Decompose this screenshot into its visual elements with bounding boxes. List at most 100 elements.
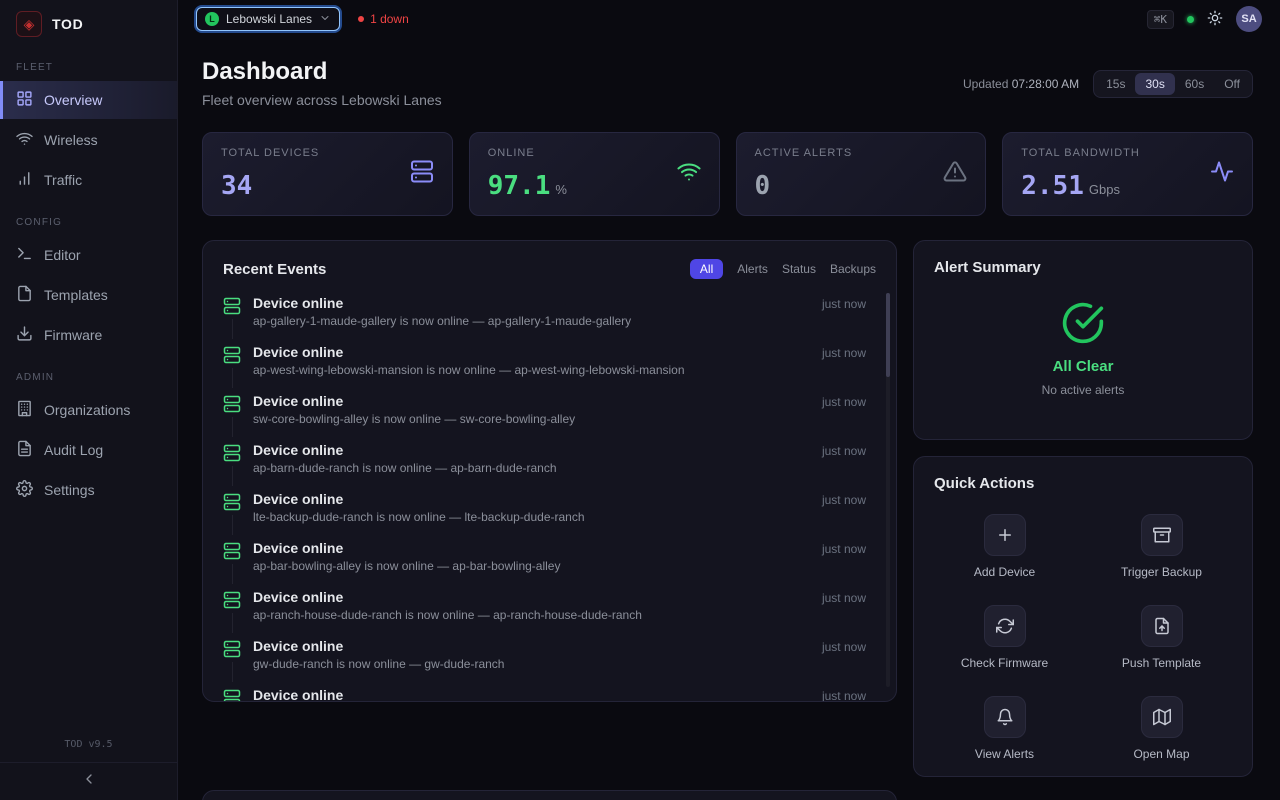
nav-section-admin: ADMIN Organizations Audit Log Settings — [0, 372, 177, 509]
event-row[interactable]: Device onlineap-west-wing-lebowski-mansi… — [223, 336, 876, 385]
filter-status[interactable]: Status — [782, 262, 816, 276]
events-scrollbar — [886, 293, 890, 687]
page-title: Dashboard — [202, 58, 442, 86]
sidebar-item-traffic[interactable]: Traffic — [0, 161, 177, 199]
stat-unit: % — [555, 182, 567, 197]
section-label-config: CONFIG — [0, 217, 177, 228]
stat-total-bandwidth: TOTAL BANDWIDTH 2.51 Gbps — [1002, 132, 1253, 216]
interval-30s[interactable]: 30s — [1135, 73, 1174, 95]
building-icon — [16, 400, 33, 420]
stat-unit: Gbps — [1089, 182, 1120, 197]
document-icon — [16, 440, 33, 460]
sidebar-item-organizations[interactable]: Organizations — [0, 391, 177, 429]
view-alerts-button[interactable]: View Alerts — [934, 696, 1075, 761]
alert-status-text: All Clear — [1053, 358, 1114, 375]
event-row[interactable]: Device onlineap-bar-bowling-alley is now… — [223, 532, 876, 581]
stat-cards: TOTAL DEVICES 34 ONLINE 97.1 % ACTIVE AL… — [202, 132, 1253, 216]
sidebar-item-overview[interactable]: Overview — [0, 81, 177, 119]
org-selector[interactable]: L Lebowski Lanes — [196, 7, 340, 31]
alert-summary-panel: Alert Summary All Clear No active alerts — [913, 240, 1253, 440]
section-label-admin: ADMIN — [0, 372, 177, 383]
event-time: just now — [822, 591, 866, 622]
event-time: just now — [822, 395, 866, 426]
server-icon — [410, 160, 434, 189]
stat-value: 34 — [221, 171, 252, 201]
check-firmware-button[interactable]: Check Firmware — [934, 605, 1075, 670]
sidebar-item-firmware[interactable]: Firmware — [0, 316, 177, 354]
sidebar-item-audit-log[interactable]: Audit Log — [0, 431, 177, 469]
sidebar-footer: TOD v9.5 — [0, 731, 177, 800]
grid-icon — [16, 90, 33, 110]
event-row[interactable]: Device onlineap-gallery-1-maude-gallery … — [223, 287, 876, 336]
sidebar-item-label: Organizations — [44, 402, 130, 418]
wifi-icon — [16, 130, 33, 150]
stat-value: 0 — [755, 171, 771, 201]
stat-active-alerts: ACTIVE ALERTS 0 — [736, 132, 987, 216]
app-title: TOD — [52, 16, 83, 32]
interval-60s[interactable]: 60s — [1175, 73, 1214, 95]
event-time: just now — [822, 297, 866, 328]
sidebar-collapse-button[interactable] — [0, 762, 177, 800]
event-time: just now — [822, 640, 866, 671]
event-row[interactable]: Device onlineap-ranch-house-dude-ranch i… — [223, 581, 876, 630]
event-time: just now — [822, 346, 866, 377]
server-icon — [223, 591, 241, 622]
event-row[interactable]: Device onlinelte-backup-dude-ranch is no… — [223, 483, 876, 532]
event-time: just now — [822, 444, 866, 475]
push-template-button[interactable]: Push Template — [1091, 605, 1232, 670]
open-map-button[interactable]: Open Map — [1091, 696, 1232, 761]
check-circle-icon — [1061, 301, 1105, 350]
sidebar-item-label: Firmware — [44, 327, 102, 343]
quick-actions-title: Quick Actions — [934, 475, 1232, 492]
sidebar-item-editor[interactable]: Editor — [0, 236, 177, 274]
events-scrollbar-thumb[interactable] — [886, 293, 890, 377]
app-logo-icon: ◈ — [16, 11, 42, 37]
org-badge: L — [205, 12, 219, 26]
add-device-button[interactable]: Add Device — [934, 514, 1075, 579]
event-filters: All Alerts Status Backups — [690, 259, 876, 279]
main-content: Dashboard Fleet overview across Lebowski… — [178, 38, 1280, 800]
stat-value: 97.1 — [488, 171, 551, 201]
event-row[interactable]: Device onlinesw-core-bowling-alley is no… — [223, 385, 876, 434]
interval-off[interactable]: Off — [1214, 73, 1250, 95]
down-status-dot — [358, 16, 364, 22]
org-label: Lebowski Lanes — [226, 12, 312, 26]
archive-icon — [1141, 514, 1183, 556]
interval-15s[interactable]: 15s — [1096, 73, 1135, 95]
filter-all[interactable]: All — [690, 259, 723, 279]
chevron-left-icon — [81, 771, 97, 792]
sidebar: ◈ TOD FLEET Overview Wireless Traffic CO… — [0, 0, 178, 800]
file-icon — [16, 285, 33, 305]
sidebar-item-label: Templates — [44, 287, 108, 303]
event-time: just now — [822, 689, 866, 702]
bell-icon — [984, 696, 1026, 738]
event-row[interactable]: Device onlinegw-dude-ranch is now online… — [223, 630, 876, 679]
server-icon — [223, 297, 241, 328]
updated-timestamp: Updated 07:28:00 AM — [963, 77, 1079, 91]
server-icon — [223, 395, 241, 426]
connection-status-dot — [1187, 16, 1194, 23]
terminal-icon — [16, 245, 33, 265]
refresh-icon — [984, 605, 1026, 647]
plus-icon — [984, 514, 1026, 556]
event-row[interactable]: Device online just now — [223, 679, 876, 702]
sidebar-item-wireless[interactable]: Wireless — [0, 121, 177, 159]
trigger-backup-button[interactable]: Trigger Backup — [1091, 514, 1232, 579]
sidebar-item-templates[interactable]: Templates — [0, 276, 177, 314]
recent-events-panel: Recent Events All Alerts Status Backups … — [202, 240, 897, 702]
sidebar-item-label: Wireless — [44, 132, 98, 148]
server-icon — [223, 689, 241, 702]
wifi-icon — [677, 160, 701, 189]
refresh-interval-control: 15s 30s 60s Off — [1093, 70, 1253, 98]
sidebar-item-settings[interactable]: Settings — [0, 471, 177, 509]
avatar[interactable]: SA — [1236, 6, 1262, 32]
theme-toggle-button[interactable] — [1207, 10, 1223, 29]
command-palette-shortcut[interactable]: ⌘K — [1147, 10, 1174, 29]
file-icon — [1141, 605, 1183, 647]
server-icon — [223, 346, 241, 377]
event-row[interactable]: Device onlineap-barn-dude-ranch is now o… — [223, 434, 876, 483]
filter-alerts[interactable]: Alerts — [737, 262, 768, 276]
activity-icon — [1210, 160, 1234, 189]
sidebar-item-label: Editor — [44, 247, 81, 263]
filter-backups[interactable]: Backups — [830, 262, 876, 276]
